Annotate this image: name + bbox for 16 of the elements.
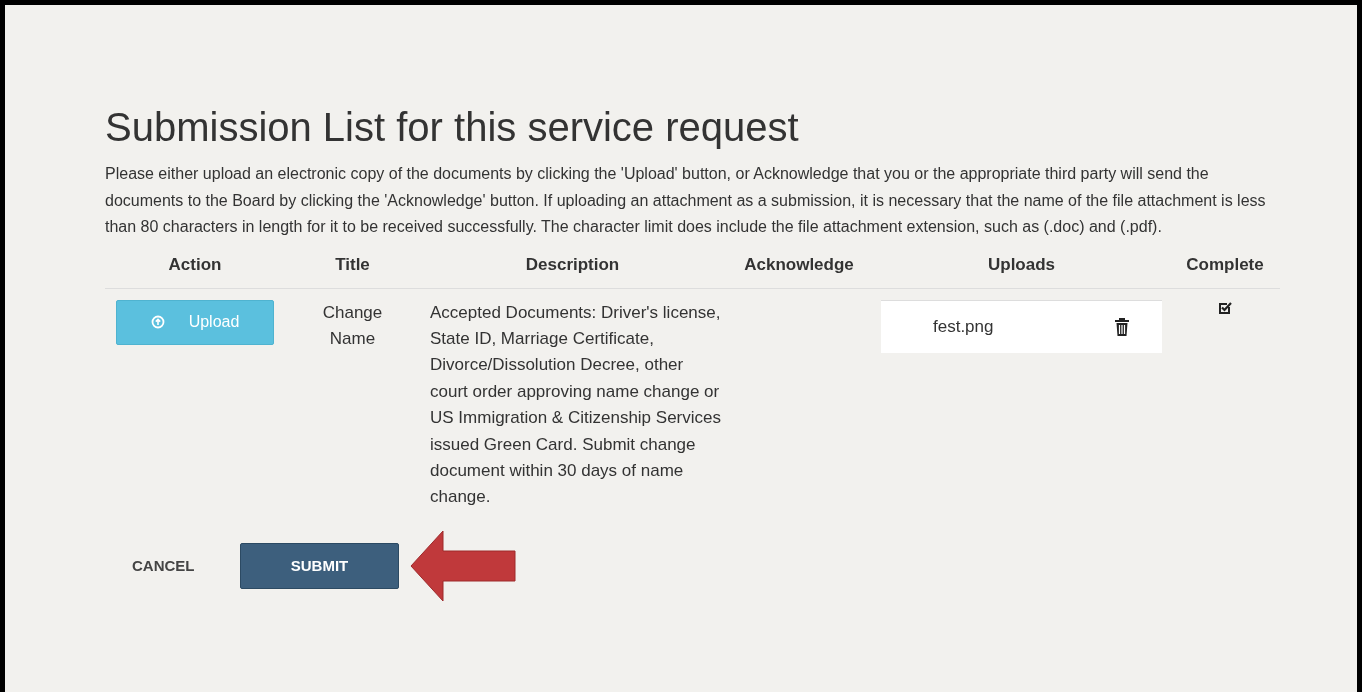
column-header: Acknowledge (743, 254, 855, 275)
trash-icon[interactable] (1113, 316, 1130, 337)
upload-icon (150, 315, 165, 329)
submit-button[interactable]: SUBMIT (240, 542, 399, 589)
column-header: Complete (1185, 254, 1265, 275)
table-cell-text: Change Name (321, 301, 384, 350)
column-header: Title (334, 254, 371, 275)
column-header: Action (167, 254, 223, 275)
column-header: Uploads (986, 254, 1057, 275)
table-cell-text: Accepted Documents: Driver's license, State ID, Marriage Certificate, Divorce/Dissolution Decree, other court order approving name change or US Immigration & Citizenship Services issued Green Card. Submit change document within 30 days of name change. (429, 301, 722, 509)
page-title: Submission List for this service request (105, 104, 800, 151)
arrow-icon (409, 528, 519, 603)
cancel-button[interactable]: CANCEL (132, 557, 240, 575)
instructions-paragraph: Please either upload an electronic copy of the documents by clicking the 'Upload' button, or Acknowledge that you or the appropriate third party will send the documents to the Board by clicking the 'Acknowledge' button. If uploading an attachment as a submission, it is necessary that the name of the file attachment is less than 80 characters in length for it to be received successfully. The character limit does include the file attachment extension, such as (.doc) and (.pdf). (105, 164, 1267, 237)
file-name: fest.png (933, 316, 994, 337)
column-header: Description (524, 254, 621, 275)
